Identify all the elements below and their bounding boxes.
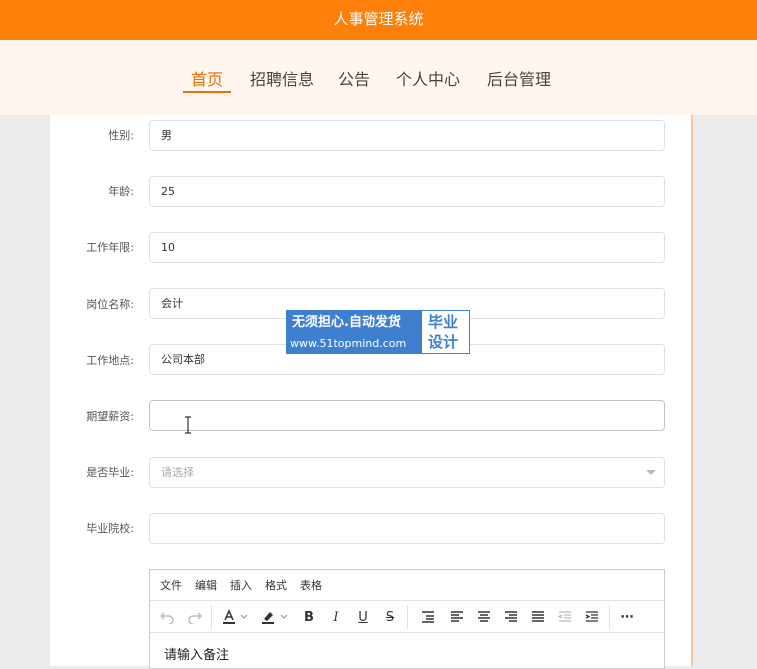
work-years-field[interactable]: 10 [149,232,665,263]
main-nav: 首页 招聘信息 公告 个人中心 后台管理 [0,40,757,115]
editor-toolbar: B I U S ⋯ [150,601,664,633]
chevron-down-icon [646,470,656,475]
line-height-icon[interactable] [418,607,438,627]
school-field[interactable] [149,513,665,544]
editor-placeholder[interactable]: 请输入备注 [164,648,229,664]
highlight-icon[interactable] [258,607,278,627]
toolbar-divider [211,605,212,629]
gender-label: 性别: [108,129,134,142]
salary-label: 期望薪资: [86,410,134,423]
toolbar-divider [609,605,610,629]
app-header: 人事管理系统 [0,0,757,40]
align-center-icon[interactable] [474,607,494,627]
align-left-icon[interactable] [447,607,467,627]
position-value: 会计 [161,297,183,310]
location-value: 公司本部 [161,353,205,366]
nav-item-label: 个人中心 [396,70,461,89]
nav-item-announcements[interactable]: 公告 [338,66,370,90]
nav-item-label: 招聘信息 [250,70,315,89]
nav-item-admin[interactable]: 后台管理 [487,66,551,90]
more-icon[interactable]: ⋯ [617,607,637,627]
gender-field[interactable]: 男 [149,120,665,151]
editor-menubar: 文件 编辑 插入 格式 表格 [150,570,664,601]
notes-editor: 文件 编辑 插入 格式 表格 B I U S ⋯ 请输入备注 [149,569,665,669]
italic-icon[interactable]: I [326,607,346,627]
watermark-url: www.51topmind.com [290,337,407,350]
font-color-icon[interactable] [219,607,239,627]
age-value: 25 [161,185,175,198]
age-label: 年龄: [108,185,134,198]
nav-item-profile[interactable]: 个人中心 [396,66,460,90]
menu-insert[interactable]: 插入 [230,579,252,592]
indent-icon[interactable] [582,607,602,627]
menu-file[interactable]: 文件 [160,579,182,592]
chevron-down-icon[interactable] [238,607,250,627]
work-years-label: 工作年限: [86,241,134,254]
graduated-label: 是否毕业: [86,466,134,479]
nav-item-label: 后台管理 [487,70,552,89]
menu-table[interactable]: 表格 [300,579,322,592]
redo-icon[interactable] [185,607,205,627]
outdent-icon[interactable] [555,607,575,627]
nav-active-indicator [183,91,232,93]
watermark-right: 毕业 设计 [421,310,470,354]
graduated-select[interactable]: 请选择 [149,457,665,488]
nav-item-label: 公告 [338,70,371,89]
nav-item-label: 首页 [191,70,224,89]
watermark-slogan: 无须担心.自动发货 [292,315,401,330]
chevron-down-icon[interactable] [278,607,290,627]
watermark-badge-line1: 毕业 [428,313,459,331]
undo-icon[interactable] [157,607,177,627]
toolbar-divider [407,605,408,629]
school-label: 毕业院校: [86,522,134,535]
nav-item-recruitment[interactable]: 招聘信息 [250,66,314,90]
watermark-left: 无须担心.自动发货 www.51topmind.com [286,310,421,354]
position-label: 岗位名称: [86,298,134,311]
align-right-icon[interactable] [501,607,521,627]
align-justify-icon[interactable] [528,607,548,627]
age-field[interactable]: 25 [149,176,665,207]
watermark-badge-line2: 设计 [428,333,459,351]
underline-icon[interactable]: U [353,607,373,627]
menu-format[interactable]: 格式 [265,579,287,592]
nav-item-home[interactable]: 首页 [183,66,232,93]
graduated-placeholder: 请选择 [161,466,194,479]
location-label: 工作地点: [86,354,134,367]
gender-value: 男 [161,129,172,142]
strikethrough-icon[interactable]: S [380,607,400,627]
menu-edit[interactable]: 编辑 [195,579,217,592]
watermark-badge: 无须担心.自动发货 www.51topmind.com 毕业 设计 [286,310,470,354]
bold-icon[interactable]: B [299,607,319,627]
work-years-value: 10 [161,241,175,254]
app-title: 人事管理系统 [333,10,424,28]
text-cursor-icon [185,416,191,434]
salary-field[interactable] [149,400,665,431]
